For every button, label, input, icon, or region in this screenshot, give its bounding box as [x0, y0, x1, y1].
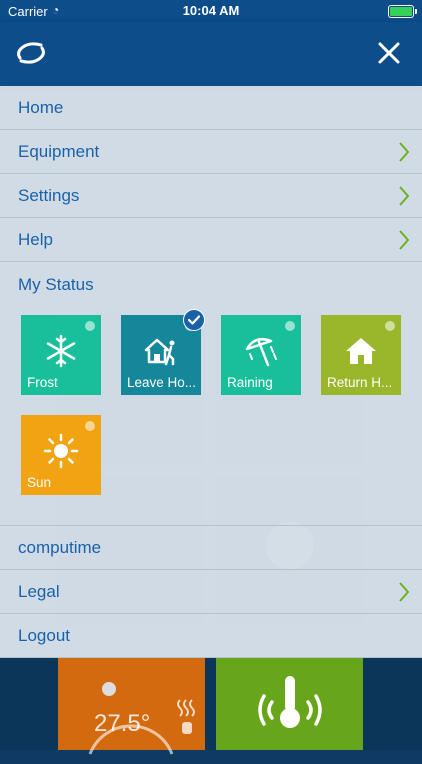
status-bar: Carrier ◔ 10:04 AM — [0, 0, 422, 22]
status-tile-raining[interactable]: Raining — [221, 315, 301, 395]
status-indicator — [285, 321, 295, 331]
status-tile-return-home[interactable]: Return H... — [321, 315, 401, 395]
chevron-right-icon — [399, 186, 410, 206]
status-tile-label: Leave Ho... — [127, 375, 197, 390]
my-status-heading: My Status — [18, 275, 94, 294]
chevron-right-icon — [399, 230, 410, 250]
clock: 10:04 AM — [182, 3, 240, 18]
status-tile-label: Raining — [227, 375, 273, 390]
status-tile-sun[interactable]: Sun — [21, 415, 101, 495]
heat-waves-icon — [177, 699, 195, 734]
status-indicator — [385, 321, 395, 331]
menu-item-legal[interactable]: Legal — [0, 570, 422, 614]
close-icon[interactable] — [374, 38, 404, 68]
app-header — [0, 22, 422, 86]
status-tile-leave-home[interactable]: Leave Ho... — [121, 309, 205, 395]
menu-item-label: computime — [18, 538, 102, 557]
snowflake-icon — [46, 334, 76, 368]
menu-item-home[interactable]: Home — [0, 86, 422, 130]
menu-item-label: Logout — [18, 626, 70, 645]
menu-item-logout[interactable]: Logout — [0, 614, 422, 658]
menu-item-settings[interactable]: Settings — [0, 174, 422, 218]
umbrella-rain-icon — [245, 338, 277, 367]
status-indicator — [85, 321, 95, 331]
menu-item-label: Legal — [18, 582, 60, 601]
status-tile-frost[interactable]: Frost — [21, 315, 101, 395]
menu-item-label: Settings — [18, 186, 80, 205]
status-tile-label: Sun — [27, 475, 52, 490]
menu-item-computime[interactable]: computime — [0, 525, 422, 570]
status-indicator — [85, 421, 95, 431]
menu-item-equipment[interactable]: Equipment — [0, 130, 422, 174]
status-tile-label: Return H... — [327, 375, 393, 390]
chevron-right-icon — [399, 582, 410, 602]
dashboard-background: 27.5° — [0, 658, 422, 755]
chevron-right-icon — [399, 142, 410, 162]
leave-home-icon — [144, 338, 175, 366]
sensor-tile — [216, 658, 363, 750]
status-tile-label: Frost — [27, 375, 58, 390]
menu-item-label: Home — [18, 98, 64, 117]
battery-icon — [388, 5, 417, 18]
menu-item-help[interactable]: Help — [0, 218, 422, 262]
side-menu: Home Equipment Settings Help My Status F… — [0, 86, 422, 658]
thermostat-tile: 27.5° — [58, 658, 205, 755]
checkmark-icon — [183, 309, 205, 331]
sun-icon — [43, 433, 79, 469]
menu-item-label: Help — [18, 230, 53, 249]
app-logo-icon — [17, 42, 45, 64]
temperature-sensor-icon — [258, 676, 322, 728]
menu-item-label: Equipment — [18, 142, 100, 161]
return-home-icon — [346, 338, 376, 364]
temperature-readout: 27.5° — [94, 710, 151, 737]
